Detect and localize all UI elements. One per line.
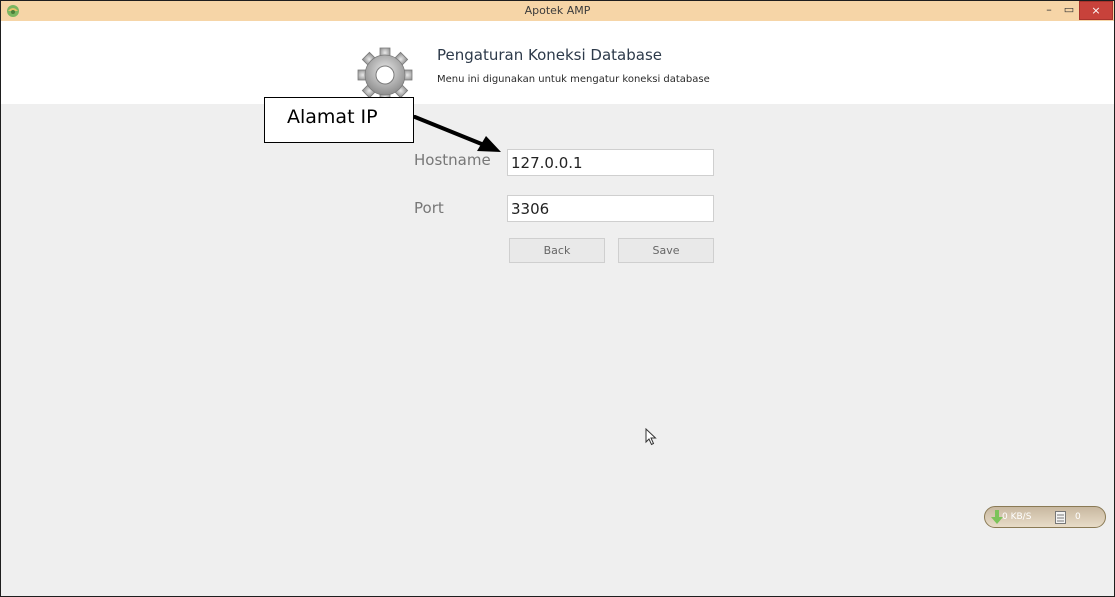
- annotation-arrow-icon: [413, 115, 501, 152]
- document-icon: [1055, 511, 1066, 524]
- hostname-input[interactable]: [507, 149, 714, 176]
- port-label: Port: [414, 199, 444, 217]
- title-bar[interactable]: Apotek AMP – ▭ ×: [1, 1, 1114, 21]
- close-button[interactable]: ×: [1079, 1, 1113, 20]
- annotation-callout: Alamat IP: [264, 97, 414, 143]
- back-button[interactable]: Back: [509, 238, 605, 263]
- page-header: Pengaturan Koneksi Database Menu ini dig…: [1, 21, 1114, 104]
- hostname-label: Hostname: [414, 151, 491, 169]
- port-input[interactable]: [507, 195, 714, 222]
- app-window: Apotek AMP – ▭ × Pengaturan Koneksi Data…: [0, 0, 1115, 597]
- network-count: 0: [1075, 512, 1081, 522]
- maximize-button[interactable]: ▭: [1059, 1, 1079, 19]
- page-description: Menu ini digunakan untuk mengatur koneks…: [437, 74, 710, 85]
- window-title: Apotek AMP: [524, 4, 591, 17]
- network-rate: 0 KB/S: [1002, 512, 1032, 522]
- mouse-cursor-icon: [645, 428, 657, 446]
- save-button[interactable]: Save: [618, 238, 714, 263]
- minimize-button[interactable]: –: [1039, 1, 1059, 19]
- network-speed-widget[interactable]: 0 KB/S 0: [984, 506, 1106, 528]
- gear-icon: [357, 47, 413, 103]
- annotation-label: Alamat IP: [287, 106, 378, 128]
- page-title: Pengaturan Koneksi Database: [437, 46, 662, 64]
